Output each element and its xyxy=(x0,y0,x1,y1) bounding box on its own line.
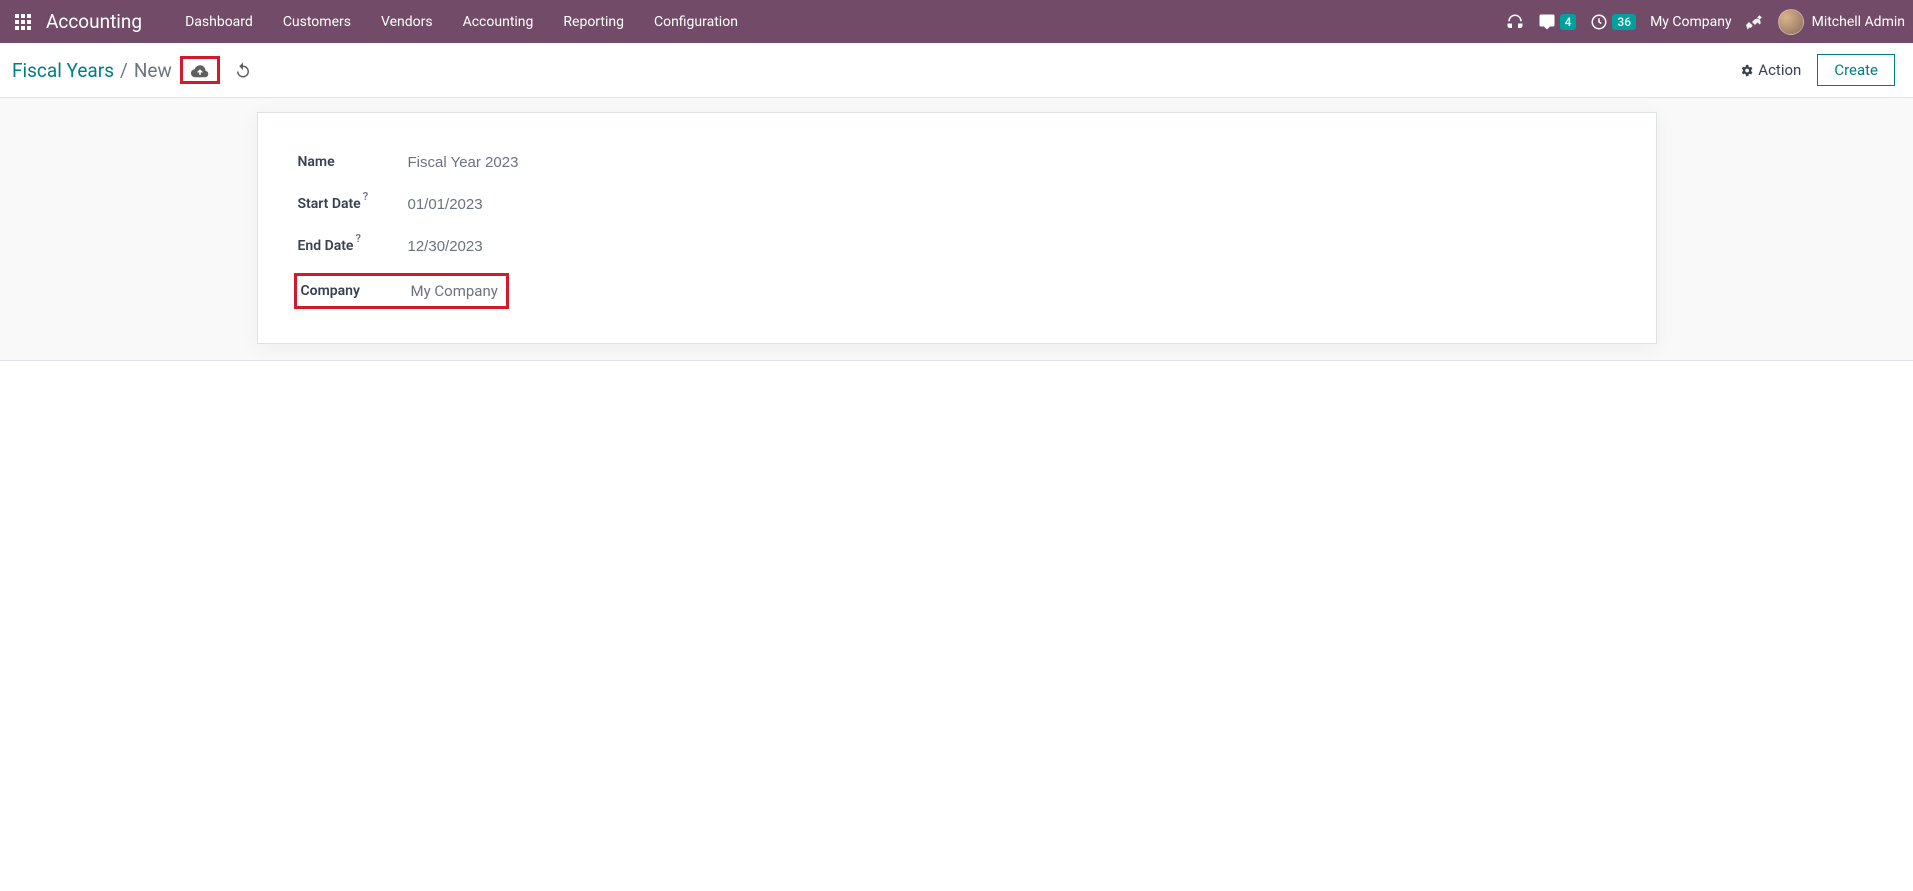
label-start-date-text: Start Date xyxy=(298,196,361,212)
control-bar-right: Action Create xyxy=(1739,54,1895,86)
label-name: Name xyxy=(298,154,408,170)
nav-item-reporting[interactable]: Reporting xyxy=(548,3,639,41)
navbar-left: Accounting Dashboard Customers Vendors A… xyxy=(14,3,753,41)
action-menu-button[interactable]: Action xyxy=(1739,61,1801,79)
input-end-date[interactable] xyxy=(408,234,808,259)
row-company: Company My Company xyxy=(294,273,509,309)
undo-icon xyxy=(234,61,252,79)
nav-item-accounting[interactable]: Accounting xyxy=(448,3,549,41)
value-company[interactable]: My Company xyxy=(411,282,498,300)
activities-badge: 36 xyxy=(1612,14,1636,30)
save-button[interactable] xyxy=(180,56,220,84)
create-button[interactable]: Create xyxy=(1817,54,1895,86)
messages-badge: 4 xyxy=(1560,14,1577,30)
content-area: Name Start Date? End Date? Company My Co… xyxy=(0,98,1913,361)
label-end-date: End Date? xyxy=(298,238,408,254)
nav-item-dashboard[interactable]: Dashboard xyxy=(170,3,268,41)
row-end-date: End Date? xyxy=(298,225,1616,267)
user-name: Mitchell Admin xyxy=(1812,14,1905,30)
label-end-date-text: End Date xyxy=(298,238,354,254)
control-bar: Fiscal Years / New Action Create xyxy=(0,43,1913,98)
label-company: Company xyxy=(301,283,411,299)
row-company-wrapper: Company My Company xyxy=(298,267,1616,309)
app-name[interactable]: Accounting xyxy=(46,10,142,33)
help-icon[interactable]: ? xyxy=(363,190,368,203)
breadcrumb-current: New xyxy=(134,59,172,82)
cloud-upload-icon xyxy=(190,62,210,78)
nav-item-vendors[interactable]: Vendors xyxy=(366,3,448,41)
breadcrumb-actions xyxy=(180,56,252,84)
breadcrumb-parent[interactable]: Fiscal Years xyxy=(12,59,114,82)
nav-item-configuration[interactable]: Configuration xyxy=(639,3,753,41)
top-navbar: Accounting Dashboard Customers Vendors A… xyxy=(0,0,1913,43)
user-menu[interactable]: Mitchell Admin xyxy=(1778,9,1905,35)
messages-icon[interactable]: 4 xyxy=(1538,13,1577,31)
discard-button[interactable] xyxy=(234,61,252,79)
breadcrumb-separator: / xyxy=(120,59,128,82)
breadcrumb: Fiscal Years / New xyxy=(12,59,172,82)
avatar xyxy=(1778,9,1804,35)
company-switcher[interactable]: My Company xyxy=(1650,14,1732,30)
apps-icon[interactable] xyxy=(14,13,32,31)
row-start-date: Start Date? xyxy=(298,183,1616,225)
input-name[interactable] xyxy=(408,150,808,175)
help-icon[interactable]: ? xyxy=(355,232,360,245)
input-start-date[interactable] xyxy=(408,192,808,217)
nav-item-customers[interactable]: Customers xyxy=(268,3,366,41)
label-start-date: Start Date? xyxy=(298,196,408,212)
gear-icon xyxy=(1739,63,1754,78)
voip-icon[interactable] xyxy=(1506,13,1524,31)
activities-icon[interactable]: 36 xyxy=(1590,13,1636,31)
form-sheet: Name Start Date? End Date? Company My Co… xyxy=(257,112,1657,344)
action-menu-label: Action xyxy=(1758,61,1801,79)
debug-icon[interactable] xyxy=(1746,13,1764,31)
navbar-right: 4 36 My Company Mitchell Admin xyxy=(1506,9,1905,35)
nav-menu: Dashboard Customers Vendors Accounting R… xyxy=(170,3,753,41)
row-name: Name xyxy=(298,141,1616,183)
